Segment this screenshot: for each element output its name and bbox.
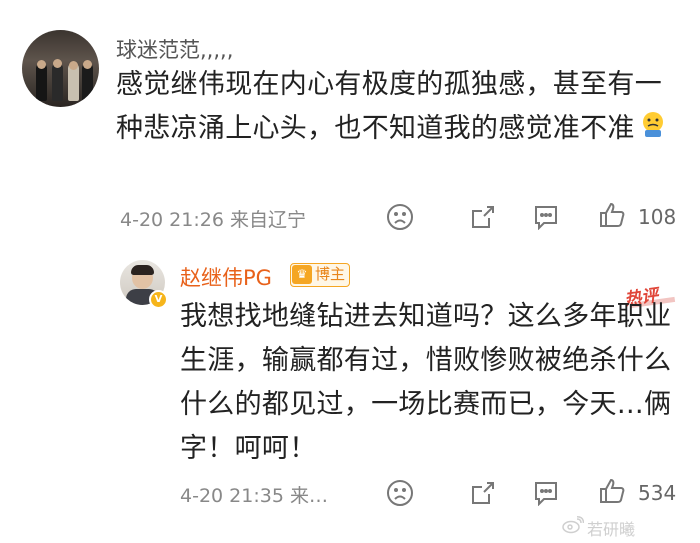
like-button[interactable]: [598, 201, 626, 229]
verified-badge-icon: V: [149, 290, 168, 309]
comment-meta: 4-20 21:26 来自辽宁: [120, 209, 306, 231]
comment-bubble-icon: [535, 206, 557, 230]
commenter-avatar[interactable]: [22, 30, 99, 107]
reply-text: 我想找地缝钻进去知道吗？这么多年职业生涯，输赢都有过，惜败惨败被绝杀什么什么的都…: [180, 301, 672, 464]
commenter-username[interactable]: 球迷范范,,,,,: [116, 34, 233, 64]
blogger-badge-label: 博主: [315, 265, 346, 283]
reply-share-button[interactable]: [469, 479, 497, 507]
blogger-badge: ♛ 博主: [290, 263, 350, 287]
reply-username[interactable]: 赵继伟PG: [180, 262, 272, 292]
frown-face-icon: [387, 204, 413, 230]
watermark-text: 若研曦: [587, 520, 636, 539]
weibo-logo-icon: [562, 516, 585, 534]
dislike-button[interactable]: [386, 203, 414, 231]
comment-bubble-icon: [535, 482, 557, 506]
reply-like-button[interactable]: [598, 477, 626, 505]
thumbs-up-icon: [600, 478, 625, 503]
reply-like-count: 534: [638, 481, 677, 505]
comment-text: 感觉继伟现在内心有极度的孤独感，甚至有一种悲凉涌上心头，也不知道我的感觉准不准: [116, 63, 676, 152]
comment-body: 感觉继伟现在内心有极度的孤独感，甚至有一种悲凉涌上心头，也不知道我的感觉准不准: [116, 69, 662, 144]
frown-face-icon: [387, 480, 413, 506]
worried-emoji-icon: [639, 108, 667, 152]
reply-button[interactable]: [532, 204, 560, 230]
like-count: 108: [638, 205, 677, 229]
reply-dislike-button[interactable]: [386, 479, 414, 507]
share-icon: [472, 206, 494, 228]
thumbs-up-icon: [600, 202, 625, 227]
reply-meta: 4-20 21:35 来…: [180, 485, 328, 507]
crown-icon: ♛: [292, 265, 312, 284]
reply-reply-button[interactable]: [532, 480, 560, 506]
share-icon: [472, 482, 494, 504]
share-button[interactable]: [469, 203, 497, 231]
